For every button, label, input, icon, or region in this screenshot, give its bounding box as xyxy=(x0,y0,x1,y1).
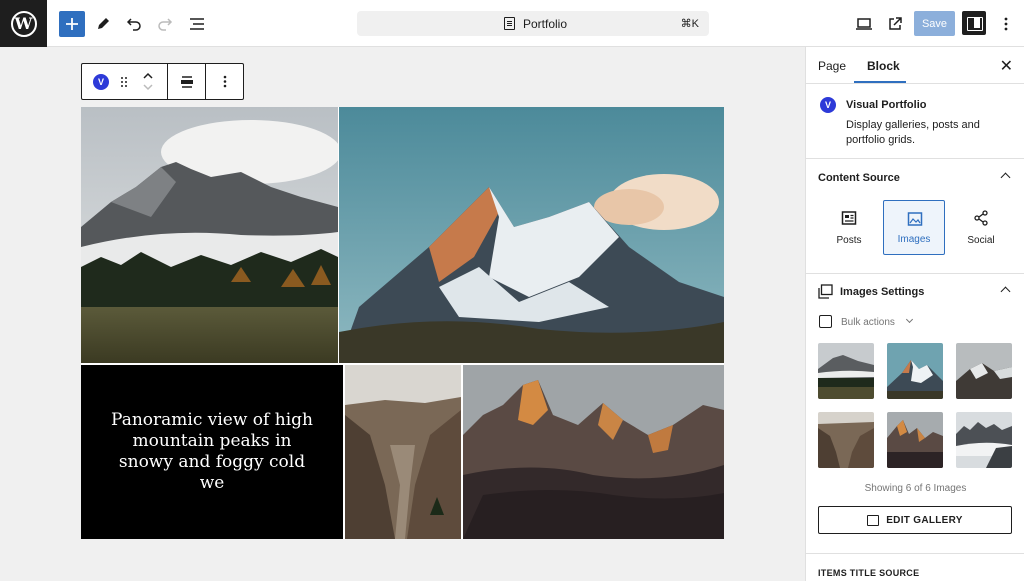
source-option-label: Posts xyxy=(836,235,862,246)
images-settings-panel-toggle[interactable]: Images Settings xyxy=(806,274,1024,310)
plus-icon xyxy=(66,18,78,30)
gallery-image[interactable] xyxy=(345,365,461,539)
block-toolbar: V xyxy=(81,63,244,100)
editor-canvas: V Panoramic view of high mountain peaks … xyxy=(0,47,805,581)
posts-icon xyxy=(841,211,857,225)
block-description: Display galleries, posts and portfolio g… xyxy=(846,119,980,146)
image-thumbnail[interactable] xyxy=(956,412,1012,468)
keyboard-shortcut: ⌘K xyxy=(680,18,699,30)
panel-divider xyxy=(806,553,1024,554)
image-thumbnail[interactable] xyxy=(887,412,943,468)
pencil-icon xyxy=(98,18,109,29)
document-icon xyxy=(504,17,515,30)
source-option-images[interactable]: Images xyxy=(883,200,945,255)
gallery-image[interactable] xyxy=(463,365,724,539)
redo-button[interactable] xyxy=(152,11,178,37)
close-sidebar-icon[interactable]: ✕ xyxy=(1000,56,1013,76)
gallery-icon xyxy=(867,514,880,526)
document-title: Portfolio xyxy=(523,17,568,31)
block-type-button[interactable]: V xyxy=(90,64,112,99)
list-view-button[interactable] xyxy=(184,11,210,37)
items-title-source-label: ITEMS TITLE SOURCE xyxy=(818,568,920,578)
external-link-icon xyxy=(889,17,902,30)
block-name: Visual Portfolio xyxy=(846,99,927,111)
gallery-image[interactable] xyxy=(339,107,724,363)
canyon-image xyxy=(345,365,461,539)
rocky-peaks-image xyxy=(463,365,724,539)
chevron-up-icon[interactable] xyxy=(143,72,153,79)
panel-title: Images Settings xyxy=(840,286,925,298)
source-option-social[interactable]: Social xyxy=(950,200,1012,255)
sidebar-tabs: Page Block ✕ xyxy=(806,47,1024,84)
undo-icon xyxy=(126,18,141,31)
bulk-actions-label: Bulk actions xyxy=(841,317,895,328)
gallery-image[interactable] xyxy=(81,107,338,363)
settings-sidebar-toggle[interactable] xyxy=(962,11,986,35)
thumbnail-snowy-ridge xyxy=(956,343,1012,399)
share-icon xyxy=(974,210,988,226)
image-thumbnail[interactable] xyxy=(818,412,874,468)
drag-handle-icon xyxy=(121,76,127,87)
chevron-down-icon[interactable] xyxy=(143,84,153,91)
chevron-up-icon xyxy=(1000,286,1011,297)
block-options-button[interactable] xyxy=(206,64,244,99)
snowy-peak-image xyxy=(339,107,724,363)
bulk-actions[interactable]: Bulk actions xyxy=(819,315,929,331)
save-button[interactable]: Save xyxy=(914,11,955,36)
chevron-up-icon xyxy=(1000,172,1011,183)
drag-handle[interactable] xyxy=(116,64,132,99)
list-view-icon xyxy=(190,18,204,30)
more-vertical-icon xyxy=(1004,17,1008,31)
content-source-panel-toggle[interactable]: Content Source xyxy=(806,160,1024,196)
move-block-buttons[interactable] xyxy=(138,64,158,99)
laptop-icon xyxy=(856,18,872,30)
thumbnail-canyon xyxy=(818,412,874,468)
edit-gallery-button[interactable]: EDIT GALLERY xyxy=(818,506,1012,534)
view-post-button[interactable] xyxy=(882,11,908,37)
source-option-label: Images xyxy=(897,234,931,245)
wordpress-logo-icon[interactable]: W xyxy=(0,0,47,47)
mountain-forest-image xyxy=(81,107,338,363)
image-thumbnail[interactable] xyxy=(956,343,1012,399)
thumbnail-rocky-peaks xyxy=(887,412,943,468)
editor-header: W Portfolio ⌘K Save xyxy=(0,0,1024,47)
tools-button[interactable] xyxy=(90,11,116,37)
thumbnail-snowy-peak xyxy=(887,343,943,399)
image-thumbnail[interactable] xyxy=(818,343,874,399)
images-count-text: Showing 6 of 6 Images xyxy=(864,483,967,494)
visual-portfolio-icon: V xyxy=(93,73,109,90)
block-card: V Visual Portfolio Display galleries, po… xyxy=(806,85,1024,159)
more-vertical-icon xyxy=(223,75,227,88)
chevron-down-icon xyxy=(905,315,914,324)
preview-button[interactable] xyxy=(851,11,877,37)
edit-gallery-label: EDIT GALLERY xyxy=(886,514,963,526)
align-wide-icon xyxy=(180,75,193,88)
redo-icon xyxy=(158,18,173,31)
undo-button[interactable] xyxy=(121,11,147,37)
thumbnail-foggy-spires xyxy=(956,412,1012,468)
active-tab-indicator xyxy=(854,81,906,83)
gallery-caption-tile[interactable]: Panoramic view of high mountain peaks in… xyxy=(81,365,343,539)
source-option-label: Social xyxy=(967,235,995,246)
image-icon xyxy=(907,212,923,226)
settings-sidebar: Page Block ✕ V Visual Portfolio Display … xyxy=(805,47,1024,581)
tab-block[interactable]: Block xyxy=(867,59,900,73)
align-button[interactable] xyxy=(168,64,205,99)
source-option-posts[interactable]: Posts xyxy=(818,200,880,255)
add-block-button[interactable] xyxy=(59,11,85,37)
command-palette-button[interactable]: Portfolio ⌘K xyxy=(357,11,709,36)
thumbnail-mountain-forest xyxy=(818,343,874,399)
gallery-caption: Panoramic view of high mountain peaks in… xyxy=(111,410,313,493)
portfolio-gallery: Panoramic view of high mountain peaks in… xyxy=(81,107,724,539)
options-menu-button[interactable] xyxy=(993,11,1019,37)
panel-title: Content Source xyxy=(818,172,900,184)
gallery-icon xyxy=(818,284,833,299)
image-thumbnail[interactable] xyxy=(887,343,943,399)
select-all-checkbox[interactable] xyxy=(819,315,832,328)
tab-page[interactable]: Page xyxy=(818,59,846,73)
visual-portfolio-icon: V xyxy=(820,97,836,113)
